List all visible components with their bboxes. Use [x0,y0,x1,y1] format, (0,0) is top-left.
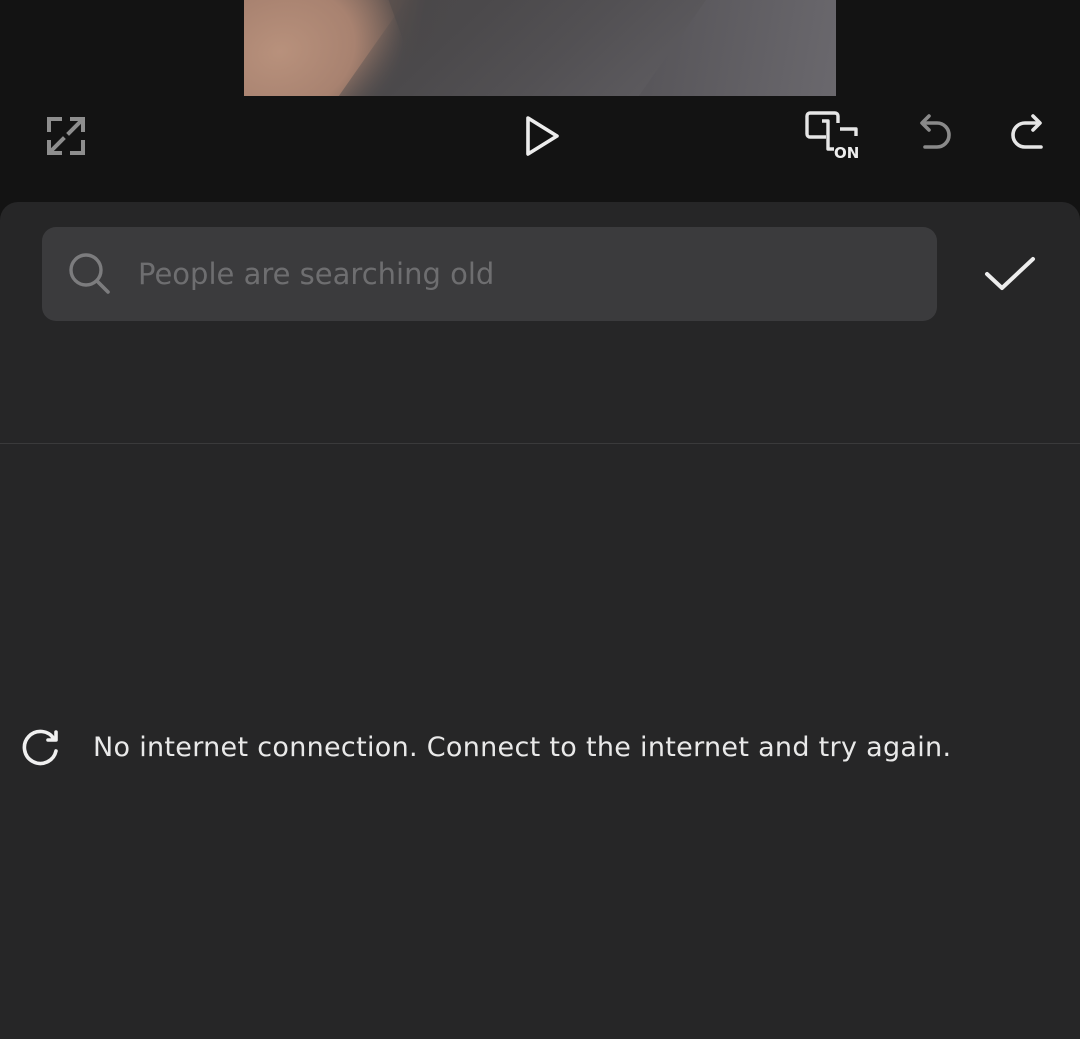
fullscreen-button[interactable] [40,110,92,162]
undo-icon [920,114,951,149]
app-screen: ON People are searching old No internet … [0,0,1080,1039]
confirm-button[interactable] [980,249,1040,299]
fullscreen-icon [47,117,85,155]
undo-button[interactable] [910,110,960,160]
video-preview[interactable] [244,0,836,96]
play-icon [526,116,559,156]
search-bar[interactable] [42,227,937,321]
search-panel: No internet connection. Connect to the i… [0,202,1080,1039]
search-input[interactable] [138,244,898,304]
checkmark-icon [985,257,1035,290]
network-error: No internet connection. Connect to the i… [16,719,1076,775]
play-button[interactable] [516,110,568,162]
search-icon [66,250,114,298]
redo-icon [1011,114,1043,149]
auto-caption-toggle[interactable]: ON [802,108,864,166]
error-message: No internet connection. Connect to the i… [93,731,952,763]
retry-button[interactable] [16,723,64,771]
player-toolbar: ON [0,96,1080,202]
divider [0,443,1080,444]
auto-caption-badge: ON [834,144,860,162]
redo-button[interactable] [1002,110,1052,160]
refresh-icon [22,729,58,766]
